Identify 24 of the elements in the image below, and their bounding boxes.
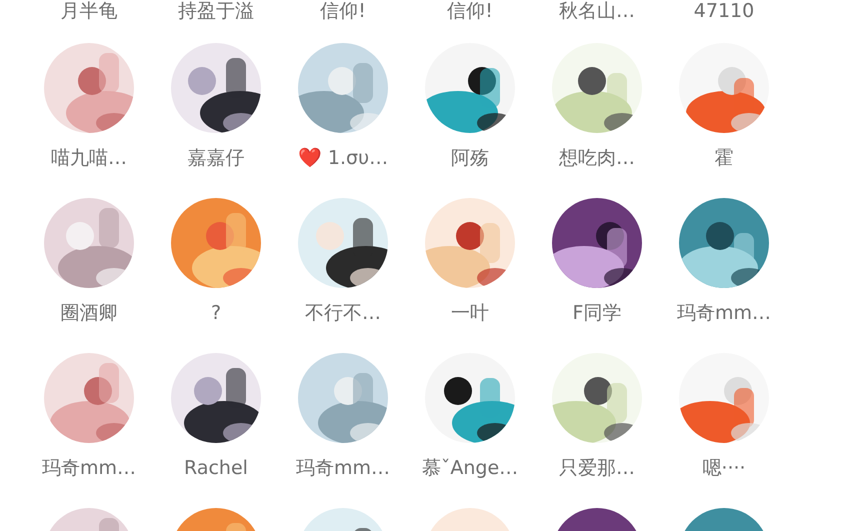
friend-name: ❤ 1.συ… — [298, 147, 388, 169]
friend-name: 不行不… — [305, 302, 381, 324]
friend-name: 霍 — [714, 147, 734, 169]
friend-name: F同学 — [572, 302, 622, 324]
friend-name: 信仰! — [320, 0, 366, 22]
friend-name: 圈酒卿 — [60, 302, 118, 324]
friend-name: 持盈于溢 — [178, 0, 254, 22]
friend-name: 嘉嘉仔 — [188, 147, 244, 169]
friend-name: 玛奇mm… — [42, 457, 136, 479]
friend-name: 喵九喵… — [51, 147, 127, 169]
friend-name: 阿殇 — [451, 147, 489, 169]
friend-name: 玛奇mm… — [676, 302, 772, 324]
friend-name: 信仰! — [447, 0, 493, 22]
friend-name: 47110 — [694, 0, 754, 22]
friend-name: ? — [210, 302, 222, 324]
friend-name: 一叶 — [451, 302, 489, 324]
friend-name: 想吃肉… — [559, 147, 635, 169]
friend-name: 秋名山… — [559, 0, 635, 22]
friend-name: 嗯···· — [702, 457, 746, 479]
friend-name: 只爱那… — [559, 457, 635, 479]
friend-name: 玛奇mm… — [296, 457, 390, 479]
friend-name: 慕ˇAnge… — [422, 457, 518, 479]
friend-name: 月半龟 — [60, 0, 118, 22]
friend-name: Rachel — [184, 457, 248, 479]
